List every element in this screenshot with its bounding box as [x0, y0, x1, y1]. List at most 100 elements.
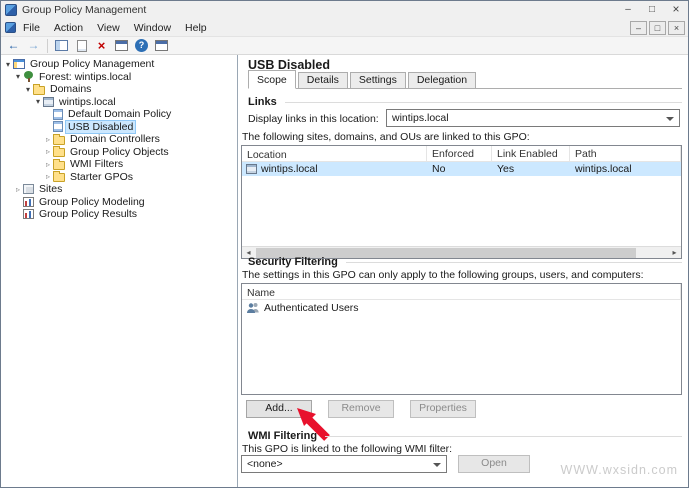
watermark: WWW.wxsidn.com — [560, 463, 678, 477]
wmi-heading: WMI Filtering — [248, 430, 318, 442]
sites-icon — [23, 184, 34, 195]
column-header-path[interactable]: Path — [570, 146, 681, 161]
tab-details[interactable]: Details — [297, 72, 348, 88]
cell-link-enabled: Yes — [497, 163, 515, 175]
tree-item-label: Group Policy Objects — [70, 145, 169, 158]
gpo-icon — [53, 108, 63, 120]
gpo-icon — [53, 121, 63, 133]
remove-button[interactable]: Remove — [328, 400, 394, 418]
properties-icon[interactable] — [113, 38, 130, 54]
cell-enforced: No — [432, 163, 446, 175]
expand-icon[interactable] — [43, 135, 53, 144]
titlebar: Group Policy Management — [1, 1, 688, 19]
tree-item-forest[interactable]: Forest: wintips.local — [1, 71, 237, 84]
menu-view[interactable]: View — [90, 20, 127, 36]
mdi-close-icon[interactable] — [668, 21, 685, 35]
tree-item-label: Default Domain Policy — [68, 108, 172, 121]
tab-settings[interactable]: Settings — [349, 72, 406, 88]
display-location-value: wintips.local — [392, 112, 449, 124]
mdi-minimize-icon[interactable] — [630, 21, 647, 35]
collapse-icon[interactable] — [3, 60, 13, 69]
folder-icon — [53, 171, 65, 183]
properties-button[interactable]: Properties — [410, 400, 476, 418]
menu-file[interactable]: File — [16, 20, 47, 36]
display-location-combobox[interactable]: wintips.local — [386, 109, 680, 127]
close-icon[interactable] — [664, 1, 688, 19]
maximize-icon[interactable] — [640, 1, 664, 19]
console-icon — [5, 22, 16, 33]
tree-item-label: Domain Controllers — [70, 133, 160, 146]
console-tree: Group Policy Management Forest: wintips.… — [1, 55, 238, 487]
tree-item-starter-gpos[interactable]: Starter GPOs — [1, 171, 237, 184]
window-title: Group Policy Management — [22, 4, 147, 16]
tree-item-wmi-filters[interactable]: WMI Filters — [1, 158, 237, 171]
column-header-location[interactable]: Location — [242, 146, 427, 161]
list-item[interactable]: Authenticated Users — [242, 300, 681, 315]
column-header-link-enabled[interactable]: Link Enabled — [492, 146, 570, 161]
gpo-detail-pane: USB Disabled Scope Details Settings Dele… — [238, 55, 688, 487]
wmi-filter-value: <none> — [247, 458, 283, 470]
group-policy-management-window: Group Policy Management File Action View… — [0, 0, 689, 488]
tree-item-sites[interactable]: Sites — [1, 183, 237, 196]
domain-icon — [246, 164, 257, 174]
new-window-icon[interactable] — [153, 38, 170, 54]
collapse-icon[interactable] — [33, 97, 43, 106]
tree-item-group-policy-objects[interactable]: Group Policy Objects — [1, 146, 237, 159]
app-icon — [5, 4, 17, 16]
folder-icon — [53, 146, 65, 158]
help-icon[interactable] — [133, 38, 150, 54]
window-controls — [616, 1, 688, 19]
security-caption: The settings in this GPO can only apply … — [242, 269, 644, 281]
expand-icon[interactable] — [43, 160, 53, 169]
expand-icon[interactable] — [13, 185, 23, 194]
tree-item-domains[interactable]: Domains — [1, 83, 237, 96]
tree-item-group-policy-results[interactable]: Group Policy Results — [1, 208, 237, 221]
security-heading: Security Filtering — [248, 256, 338, 268]
menu-action[interactable]: Action — [47, 20, 90, 36]
tree-item-label: Starter GPOs — [70, 170, 134, 183]
tree-item-label: Forest: wintips.local — [39, 70, 132, 83]
tab-scope[interactable]: Scope — [248, 70, 296, 89]
collapse-icon[interactable] — [23, 85, 33, 94]
column-header-name[interactable]: Name — [242, 284, 681, 299]
links-section-header: Links — [248, 96, 682, 108]
wmi-section-header: WMI Filtering — [248, 430, 682, 442]
folder-icon — [33, 83, 45, 95]
back-icon[interactable] — [5, 38, 22, 54]
mdi-maximize-icon[interactable] — [649, 21, 666, 35]
expand-icon[interactable] — [43, 172, 53, 181]
chart-icon — [23, 196, 34, 207]
mdi-window-controls — [628, 21, 685, 35]
tree-item-group-policy-modeling[interactable]: Group Policy Modeling — [1, 196, 237, 209]
menu-help[interactable]: Help — [178, 20, 214, 36]
wmi-filter-combobox[interactable]: <none> — [241, 455, 447, 473]
delete-icon[interactable] — [93, 38, 110, 54]
folder-icon — [53, 133, 65, 145]
tree-item-usb-disabled[interactable]: USB Disabled — [1, 119, 237, 134]
tree-item-label: Domains — [50, 83, 92, 96]
export-list-icon[interactable] — [73, 38, 90, 54]
column-header-enforced[interactable]: Enforced — [427, 146, 492, 161]
tree-item-domain-controllers[interactable]: Domain Controllers — [1, 133, 237, 146]
tree-item-label: WMI Filters — [70, 158, 124, 171]
table-row[interactable]: wintips.local No Yes wintips.local — [242, 162, 681, 176]
forward-icon[interactable] — [25, 38, 42, 54]
menu-window[interactable]: Window — [127, 20, 178, 36]
tree-item-default-domain-policy[interactable]: Default Domain Policy — [1, 108, 237, 121]
open-button[interactable]: Open — [458, 455, 530, 473]
collapse-icon[interactable] — [13, 72, 23, 81]
show-console-tree-icon[interactable] — [53, 38, 70, 54]
tab-delegation[interactable]: Delegation — [407, 72, 477, 88]
security-list: Name Authenticated Users — [241, 283, 682, 395]
expand-icon[interactable] — [43, 147, 53, 156]
tab-strip: Scope Details Settings Delegation — [248, 70, 682, 89]
tree-item-root[interactable]: Group Policy Management — [1, 58, 237, 71]
tree-item-label: Group Policy Results — [39, 208, 138, 221]
folder-icon — [53, 158, 65, 170]
tree-item-domain-wintips[interactable]: wintips.local — [1, 96, 237, 109]
security-principal: Authenticated Users — [264, 301, 359, 314]
minimize-icon[interactable] — [616, 1, 640, 19]
security-list-header: Name — [242, 284, 681, 300]
tree-item-label: Group Policy Management — [30, 58, 155, 71]
links-caption: The following sites, domains, and OUs ar… — [242, 131, 530, 143]
